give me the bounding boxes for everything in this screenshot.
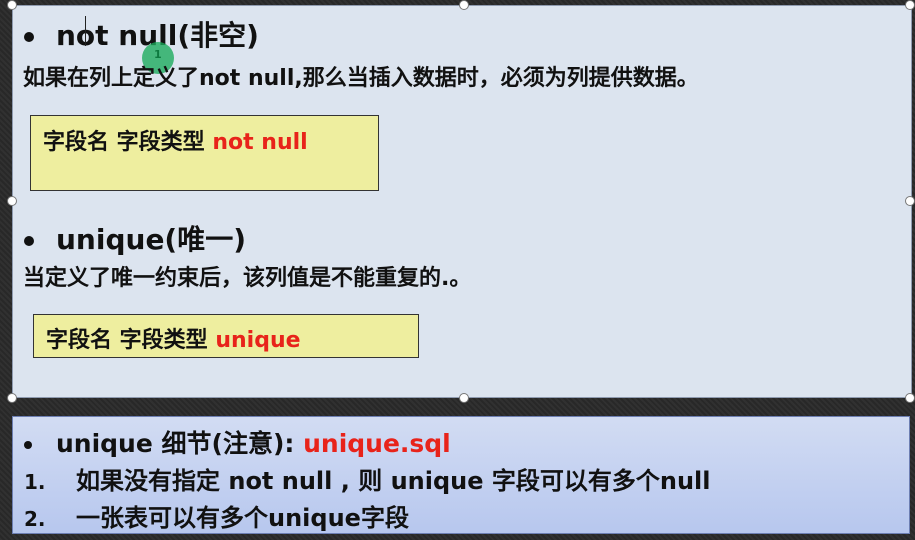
not-null-heading: not null(非空): [24, 14, 259, 54]
details-file: unique.sql: [303, 429, 451, 458]
syntax-keyword: unique: [215, 328, 301, 353]
syntax-keyword: not null: [212, 130, 308, 155]
list-item-number: 1.: [24, 470, 46, 494]
resize-handle-bottom-right[interactable]: [905, 393, 915, 403]
list-item: 2. 一张表可以有多个unique字段: [24, 498, 409, 533]
not-null-description: 如果在列上定义了not null,那么当插入数据时，必须为列提供数据。: [23, 66, 699, 91]
details-heading: unique 细节(注意): unique.sql: [24, 424, 451, 460]
list-item: 1. 如果没有指定 not null , 则 unique 字段可以有多个null: [24, 461, 711, 496]
bullet-icon: [24, 236, 34, 246]
list-item-number: 2.: [24, 507, 46, 531]
resize-handle-bottom-left[interactable]: [7, 393, 17, 403]
bullet-icon: [24, 32, 34, 42]
resize-handle-middle-right[interactable]: [905, 196, 915, 206]
resize-handle-middle-left[interactable]: [7, 196, 17, 206]
list-item-text: 如果没有指定 not null , 则 unique 字段可以有多个null: [76, 467, 711, 495]
not-null-syntax-box: 字段名 字段类型 not null: [30, 115, 379, 191]
list-item-text: 一张表可以有多个unique字段: [76, 504, 409, 532]
unique-description: 当定义了唯一约束后，该列值是不能重复的.。: [23, 266, 472, 291]
details-title: unique 细节(注意):: [56, 429, 295, 458]
resize-handle-bottom-middle[interactable]: [459, 393, 469, 403]
unique-heading: unique(唯一): [24, 218, 246, 258]
syntax-prefix: 字段名 字段类型: [43, 130, 205, 155]
text-cursor-icon: [85, 16, 86, 46]
bullet-icon: [24, 441, 32, 449]
syntax-prefix: 字段名 字段类型: [46, 328, 208, 353]
resize-handle-top-left[interactable]: [7, 0, 17, 10]
unique-title: unique(唯一): [56, 223, 247, 256]
unique-syntax-box: 字段名 字段类型 unique: [33, 314, 419, 358]
resize-handle-top-right[interactable]: [905, 0, 915, 10]
resize-handle-top-middle[interactable]: [459, 0, 469, 10]
